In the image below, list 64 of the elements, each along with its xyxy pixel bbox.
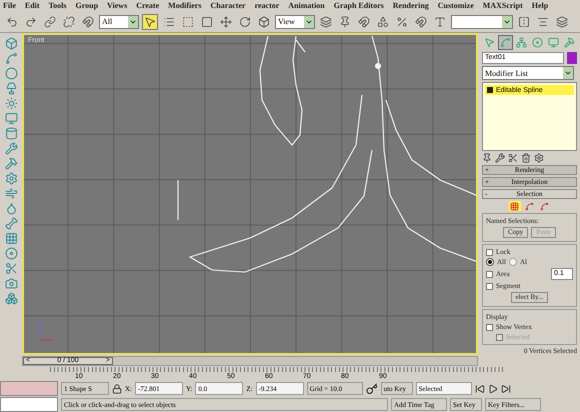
play-icon[interactable]	[488, 384, 498, 394]
key-icon[interactable]	[366, 382, 378, 394]
menu-item[interactable]: Modifiers	[168, 1, 202, 10]
trash-icon[interactable]	[521, 153, 531, 163]
display-icon[interactable]	[4, 112, 18, 125]
hammer-icon[interactable]	[4, 157, 18, 170]
menu-item[interactable]: Views	[107, 1, 128, 10]
pointer-icon	[484, 37, 495, 48]
menu-item[interactable]: Help	[532, 1, 548, 10]
menu-item[interactable]: Group	[76, 1, 98, 10]
skip-back-icon[interactable]	[474, 384, 485, 394]
wind-icon[interactable]	[4, 187, 18, 200]
settings-icon[interactable]	[534, 153, 544, 163]
selection-filter-dropdown[interactable]: All	[99, 14, 139, 28]
pin-icon[interactable]	[482, 153, 492, 163]
settings-icon[interactable]	[4, 172, 18, 185]
menu-item[interactable]: Edit	[24, 1, 40, 10]
script-listener-field[interactable]	[0, 381, 58, 396]
caret-icon	[564, 69, 572, 77]
checkbox[interactable]	[486, 270, 493, 278]
checkbox[interactable]	[486, 282, 493, 290]
menu-item[interactable]: Rendering	[392, 1, 429, 10]
wrench-icon[interactable]	[4, 142, 18, 155]
bone-icon[interactable]	[4, 217, 18, 230]
menu-item[interactable]: Customize	[438, 1, 474, 10]
axis-icon	[39, 320, 52, 341]
scissors-icon[interactable]	[508, 153, 518, 163]
sub-object-button[interactable]	[538, 201, 550, 211]
hierarchy-icon	[516, 37, 527, 48]
display-icon	[548, 37, 559, 48]
scissors-icon[interactable]	[4, 262, 18, 275]
menu-item[interactable]: Character	[210, 1, 246, 10]
menu-item[interactable]: reactor	[254, 1, 280, 10]
named-selection-dropdown[interactable]	[451, 14, 513, 28]
menu-item[interactable]: Graph Editors	[334, 1, 384, 10]
menu-item[interactable]: Create	[136, 1, 160, 10]
lock-icon[interactable]	[112, 384, 122, 394]
sub-object-button[interactable]	[524, 201, 536, 211]
disc-icon[interactable]	[4, 247, 18, 260]
grid-icon[interactable]	[4, 232, 18, 245]
sub-object-button[interactable]	[508, 201, 520, 211]
coordinate-dropdown[interactable]: View	[275, 14, 315, 28]
boxes-icon[interactable]	[4, 292, 18, 305]
menu-item[interactable]: File	[3, 1, 16, 10]
camera-icon[interactable]	[4, 277, 18, 290]
checkbox[interactable]	[486, 248, 493, 256]
droplet-icon[interactable]	[4, 202, 18, 215]
sphere-icon[interactable]	[4, 67, 18, 80]
panel-tab[interactable]	[498, 35, 513, 50]
curve-icon	[500, 37, 511, 48]
wrench-icon[interactable]	[495, 153, 505, 163]
lamp-icon[interactable]	[4, 82, 18, 95]
cylinder-icon[interactable]	[4, 127, 18, 140]
menu-item[interactable]: MAXScript	[482, 1, 523, 10]
color-swatch[interactable]	[567, 52, 577, 64]
radio-button[interactable]	[486, 258, 494, 266]
curve-icon[interactable]	[4, 52, 18, 65]
menu-item[interactable]: Tools	[48, 1, 66, 10]
radio-button[interactable]	[508, 258, 517, 266]
script-output-field[interactable]	[0, 397, 58, 412]
menu-item[interactable]: Animation	[288, 1, 325, 10]
modifier-list-dropdown[interactable]: Modifier List	[482, 66, 574, 80]
checkbox[interactable]	[486, 324, 493, 330]
skip-forward-icon[interactable]	[500, 384, 511, 394]
